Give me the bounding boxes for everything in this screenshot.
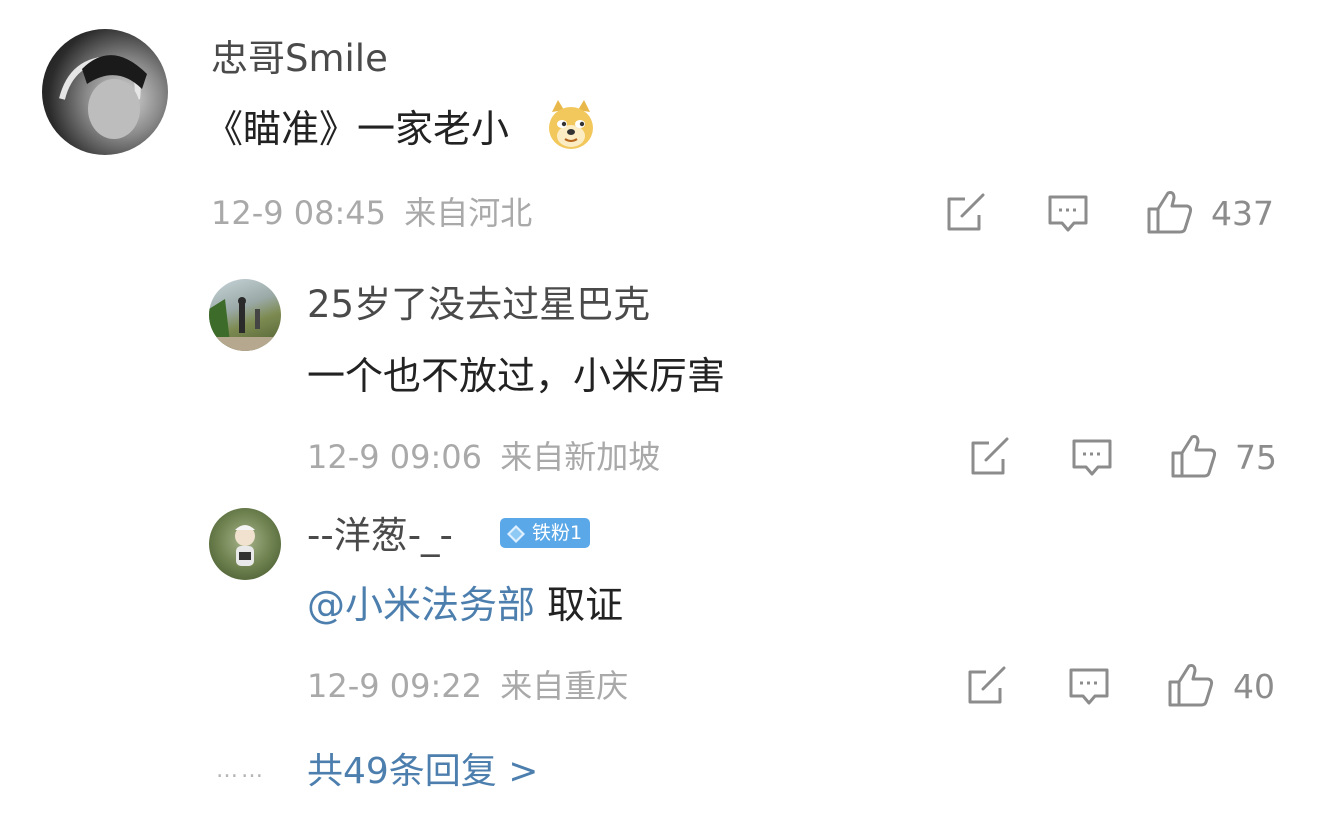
comment-location: 来自河北 — [404, 194, 533, 232]
reply-location: 来自重庆 — [500, 667, 629, 705]
like-count: 437 — [1211, 194, 1274, 233]
like-icon[interactable] — [1167, 662, 1215, 708]
view-all-replies-link[interactable]: 共49条回复 > — [307, 754, 538, 790]
reply-text-body: 取证 — [535, 583, 624, 627]
more-dots: …… — [216, 758, 266, 783]
reply-text: 一个也不放过，小米厉害 — [307, 354, 726, 398]
share-icon[interactable] — [969, 437, 1011, 477]
comment-icon[interactable] — [1046, 193, 1090, 235]
comment-icon[interactable] — [1067, 666, 1111, 708]
avatar-main[interactable] — [42, 29, 168, 155]
diamond-icon — [506, 523, 526, 543]
reply-author[interactable]: --洋葱-_- — [307, 517, 453, 554]
reply-meta: 12-9 09:06 来自新加坡 — [307, 441, 660, 473]
reply-text: @小米法务部 取证 — [307, 586, 623, 624]
like-icon[interactable] — [1170, 433, 1218, 479]
share-icon[interactable] — [945, 193, 987, 233]
comment-time: 12-9 08:45 — [211, 194, 387, 232]
mention-link[interactable]: @小米法务部 — [307, 583, 535, 627]
comment-text: 《瞄准》一家老小 — [205, 110, 509, 148]
reply-location: 来自新加坡 — [500, 438, 661, 476]
avatar-reply-1[interactable] — [209, 279, 281, 351]
reply-meta: 12-9 09:22 来自重庆 — [307, 670, 628, 702]
comment-author[interactable]: 忠哥Smile — [211, 40, 388, 77]
reply-time: 12-9 09:06 — [307, 438, 483, 476]
share-icon[interactable] — [966, 666, 1008, 706]
like-count: 75 — [1235, 438, 1277, 477]
like-icon[interactable] — [1146, 189, 1194, 235]
fan-badge[interactable]: 铁粉1 — [500, 518, 591, 548]
comment-text-body: 《瞄准》一家老小 — [205, 107, 510, 151]
like-count: 40 — [1233, 667, 1275, 706]
reply-author[interactable]: 25岁了没去过星巴克 — [307, 286, 650, 323]
reply-time: 12-9 09:22 — [307, 667, 483, 705]
comment-meta: 12-9 08:45 来自河北 — [211, 197, 532, 229]
avatar-reply-2[interactable] — [209, 508, 281, 580]
fan-badge-label: 铁粉1 — [532, 522, 583, 544]
doge-emoji-icon — [544, 98, 598, 152]
comment-icon[interactable] — [1070, 437, 1114, 479]
